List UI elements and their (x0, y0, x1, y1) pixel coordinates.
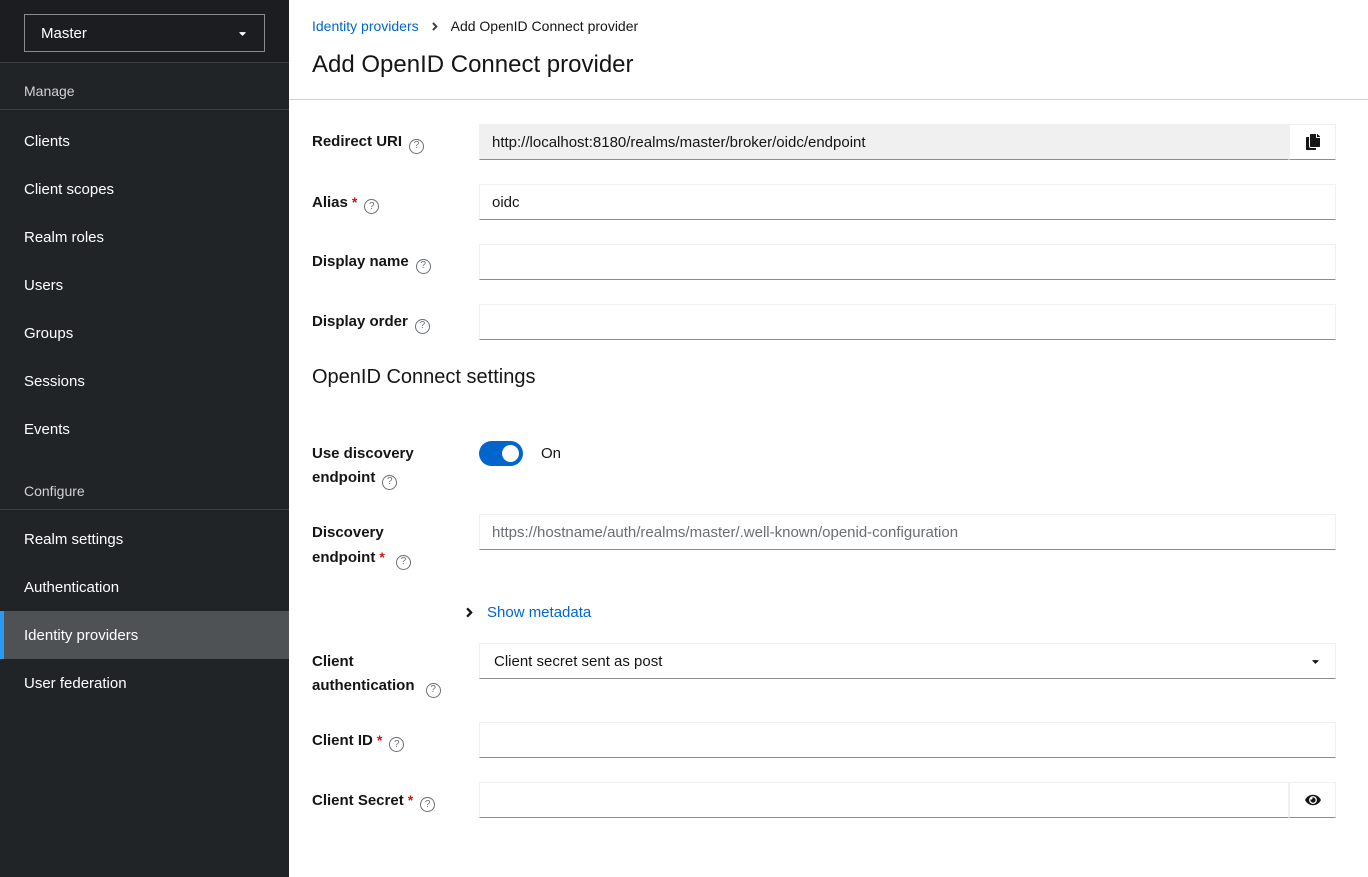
sidebar: Master Manage Clients Client scopes Real… (0, 0, 289, 877)
chevron-down-icon (237, 28, 248, 39)
oidc-settings-heading: OpenID Connect settings (312, 366, 1336, 389)
eye-icon (1304, 793, 1322, 807)
sidebar-item-groups[interactable]: Groups (0, 309, 289, 357)
add-oidc-provider-form: Redirect URI? Alias*? Dis (289, 100, 1368, 842)
breadcrumb-link-identity-providers[interactable]: Identity providers (312, 18, 419, 34)
nav-section-title-configure: Configure (0, 453, 289, 510)
copy-icon (1305, 134, 1321, 150)
nav-list-configure: Realm settings Authentication Identity p… (0, 510, 289, 707)
client-id-label: Client ID*? (312, 728, 479, 753)
page-title: Add OpenID Connect provider (312, 51, 1336, 79)
redirect-uri-row: Redirect URI? (312, 124, 1336, 160)
client-secret-help-icon[interactable]: ? (420, 797, 435, 812)
sidebar-item-realm-roles[interactable]: Realm roles (0, 213, 289, 261)
client-id-input[interactable] (479, 722, 1336, 758)
required-asterisk: * (352, 194, 357, 210)
display-order-label: Display order? (312, 310, 479, 334)
required-asterisk: * (377, 732, 382, 748)
use-discovery-help-icon[interactable]: ? (382, 475, 397, 490)
alias-row: Alias*? (312, 184, 1336, 220)
client-authentication-selected-value: Client secret sent as post (494, 653, 662, 670)
main-content: Identity providers Add OpenID Connect pr… (289, 0, 1368, 877)
sidebar-item-client-scopes[interactable]: Client scopes (0, 165, 289, 213)
breadcrumb-current: Add OpenID Connect provider (451, 18, 639, 34)
client-authentication-select[interactable]: Client secret sent as post (479, 643, 1336, 679)
client-authentication-help-icon[interactable]: ? (426, 683, 441, 698)
discovery-endpoint-label: Discovery endpoint* ? (312, 514, 479, 570)
client-secret-input[interactable] (479, 782, 1289, 818)
client-secret-label: Client Secret*? (312, 788, 479, 813)
alias-input[interactable] (479, 184, 1336, 220)
display-order-input[interactable] (479, 304, 1336, 340)
chevron-right-icon[interactable] (465, 605, 474, 620)
show-metadata-link[interactable]: Show metadata (487, 604, 591, 621)
nav-list-manage: Clients Client scopes Realm roles Users … (0, 110, 289, 453)
alias-help-icon[interactable]: ? (364, 199, 379, 214)
sidebar-item-events[interactable]: Events (0, 405, 289, 453)
copy-button[interactable] (1289, 124, 1336, 160)
client-authentication-label: Client authentication ? (312, 643, 479, 698)
discovery-endpoint-input[interactable] (479, 514, 1336, 550)
sidebar-item-clients[interactable]: Clients (0, 117, 289, 165)
discovery-endpoint-row: Discovery endpoint* ? (312, 514, 1336, 570)
realm-selector-label: Master (41, 25, 87, 42)
discovery-endpoint-help-icon[interactable]: ? (396, 555, 411, 570)
show-secret-button[interactable] (1289, 782, 1336, 818)
client-authentication-row: Client authentication ? Client secret se… (312, 643, 1336, 698)
display-name-input[interactable] (479, 244, 1336, 280)
redirect-uri-input[interactable] (479, 124, 1289, 160)
show-metadata-row: Show metadata (465, 604, 1336, 621)
client-id-help-icon[interactable]: ? (389, 737, 404, 752)
required-asterisk: * (379, 549, 384, 565)
sidebar-item-identity-providers[interactable]: Identity providers (0, 611, 289, 659)
display-name-help-icon[interactable]: ? (416, 259, 431, 274)
toggle-state-label: On (541, 445, 561, 462)
display-name-row: Display name? (312, 244, 1336, 280)
page-header: Identity providers Add OpenID Connect pr… (289, 0, 1368, 100)
sidebar-item-sessions[interactable]: Sessions (0, 357, 289, 405)
display-name-label: Display name? (312, 250, 479, 274)
required-asterisk: * (408, 792, 413, 808)
toggle-knob (502, 445, 519, 462)
realm-selector-area: Master (0, 0, 289, 63)
redirect-uri-label: Redirect URI? (312, 130, 479, 154)
nav-section-title-manage: Manage (0, 63, 289, 110)
sidebar-item-authentication[interactable]: Authentication (0, 563, 289, 611)
client-secret-row: Client Secret*? (312, 782, 1336, 818)
caret-down-icon (1310, 656, 1321, 667)
sidebar-item-users[interactable]: Users (0, 261, 289, 309)
realm-selector-dropdown[interactable]: Master (24, 14, 265, 52)
display-order-row: Display order? (312, 304, 1336, 340)
sidebar-item-realm-settings[interactable]: Realm settings (0, 515, 289, 563)
use-discovery-toggle[interactable] (479, 441, 523, 466)
redirect-uri-help-icon[interactable]: ? (409, 139, 424, 154)
breadcrumb-separator-icon (431, 20, 439, 33)
alias-label: Alias*? (312, 190, 479, 215)
client-id-row: Client ID*? (312, 722, 1336, 758)
display-order-help-icon[interactable]: ? (415, 319, 430, 334)
use-discovery-label: Use discovery endpoint? (312, 439, 479, 490)
sidebar-item-user-federation[interactable]: User federation (0, 659, 289, 707)
breadcrumb: Identity providers Add OpenID Connect pr… (312, 18, 1336, 34)
use-discovery-row: Use discovery endpoint? On (312, 439, 1336, 490)
